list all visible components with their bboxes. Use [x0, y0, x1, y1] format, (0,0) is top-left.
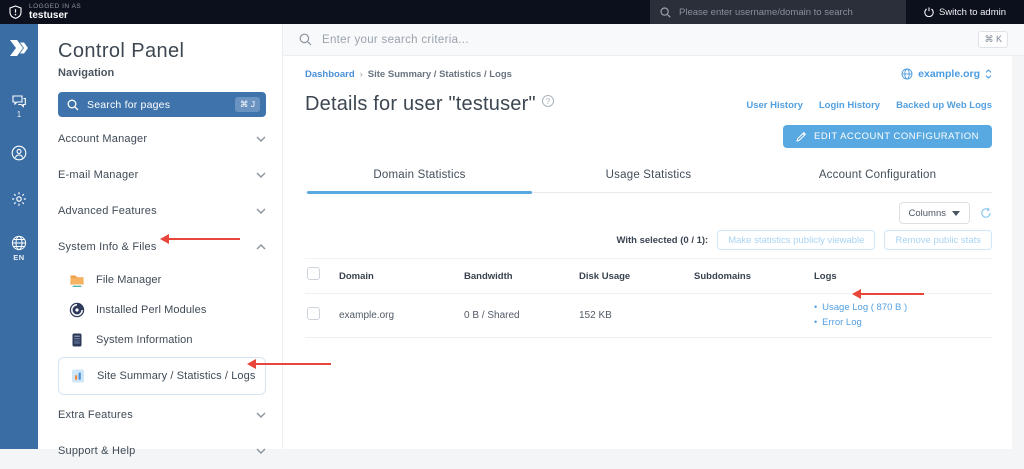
- domain-selector[interactable]: example.org: [901, 68, 992, 80]
- global-search-input[interactable]: [322, 34, 968, 46]
- sidebar-item-advanced-features[interactable]: Advanced Features: [58, 193, 266, 229]
- globe-icon: [901, 68, 913, 80]
- sidebar-item-site-summary-statistics-logs[interactable]: Site Summary / Statistics / Logs: [58, 357, 266, 395]
- search-for-pages-label: Search for pages: [87, 99, 227, 111]
- chevron-down-icon: [256, 136, 266, 142]
- search-icon: [67, 99, 79, 111]
- column-logs: Logs: [814, 271, 992, 282]
- user-history-link[interactable]: User History: [746, 100, 803, 111]
- sidebar-item-system-info-files[interactable]: System Info & Files: [58, 229, 266, 265]
- perl-modules-icon: [68, 301, 86, 319]
- language-globe-icon[interactable]: EN: [11, 235, 27, 262]
- logged-in-user: LOGGED IN AS testuser: [0, 3, 81, 21]
- sidebar-item-system-information[interactable]: System Information: [58, 325, 266, 355]
- user-domain-search[interactable]: [650, 0, 906, 24]
- shortcut-badge: ⌘ J: [235, 97, 260, 112]
- sidebar-item-email-manager[interactable]: E-mail Manager: [58, 157, 266, 193]
- with-selected-label: With selected (0 / 1):: [616, 235, 708, 246]
- scrollbar-gutter[interactable]: [1012, 56, 1024, 449]
- breadcrumb-current: Site Summary / Statistics / Logs: [368, 69, 512, 80]
- backed-up-web-logs-link[interactable]: Backed up Web Logs: [896, 100, 992, 111]
- icon-rail: 1 EN: [0, 24, 38, 449]
- switch-to-admin-label: Switch to admin: [939, 7, 1006, 18]
- logged-in-as-label: LOGGED IN AS: [29, 3, 81, 10]
- select-all-checkbox[interactable]: [307, 267, 320, 280]
- sidebar-nav: Account Manager E-mail Manager Advanced …: [58, 121, 266, 469]
- breadcrumb-dashboard-link[interactable]: Dashboard: [305, 69, 355, 80]
- sidebar-subtitle: Navigation: [58, 67, 266, 79]
- row-checkbox[interactable]: [307, 307, 320, 320]
- username-label: testuser: [29, 10, 81, 21]
- search-icon: [660, 7, 671, 18]
- column-subdomains: Subdomains: [694, 271, 814, 282]
- shortcut-badge: ⌘ K: [978, 31, 1008, 48]
- shield-icon: [9, 5, 22, 19]
- tab-account-configuration[interactable]: Account Configuration: [763, 160, 992, 192]
- sidebar-item-support-help[interactable]: Support & Help: [58, 433, 266, 469]
- login-history-link[interactable]: Login History: [819, 100, 880, 111]
- system-information-icon: [68, 331, 86, 349]
- settings-gear-icon[interactable]: [11, 191, 27, 207]
- brand-logo-icon[interactable]: [7, 38, 31, 58]
- help-icon[interactable]: ?: [542, 95, 554, 107]
- search-icon: [299, 33, 312, 46]
- logs-cell: • Usage Log ( 870 B ) • Error Log: [814, 301, 992, 330]
- column-bandwidth: Bandwidth: [464, 271, 579, 282]
- table-header-row: Domain Bandwidth Disk Usage Subdomains L…: [305, 259, 992, 294]
- account-icon[interactable]: [11, 145, 27, 161]
- usage-log-link[interactable]: Usage Log ( 870 B ): [822, 301, 907, 316]
- page-links: User History Login History Backed up Web…: [746, 100, 992, 111]
- tab-usage-statistics[interactable]: Usage Statistics: [534, 160, 763, 192]
- page-title: Details for user "testuser": [305, 93, 536, 116]
- tab-domain-statistics[interactable]: Domain Statistics: [305, 160, 534, 192]
- site-summary-icon: [69, 367, 87, 385]
- tab-bar: Domain Statistics Usage Statistics Accou…: [305, 160, 992, 193]
- chevron-up-icon: [256, 244, 266, 250]
- edit-account-configuration-button[interactable]: EDIT ACCOUNT CONFIGURATION: [783, 125, 992, 148]
- bandwidth-value: 0 B / Shared: [464, 310, 579, 321]
- sort-chevrons-icon: [985, 69, 992, 79]
- language-label: EN: [13, 253, 24, 262]
- columns-button[interactable]: Columns: [899, 202, 971, 224]
- bullet-icon: •: [814, 301, 817, 315]
- sidebar-item-extra-features[interactable]: Extra Features: [58, 397, 266, 433]
- disk-usage-value: 152 KB: [579, 310, 694, 321]
- sidebar: Control Panel Navigation Search for page…: [38, 24, 283, 449]
- file-manager-icon: [68, 271, 86, 289]
- sidebar-title: Control Panel: [58, 40, 266, 63]
- power-icon: [924, 7, 934, 17]
- pencil-icon: [796, 131, 807, 142]
- chevron-down-icon: [256, 172, 266, 178]
- breadcrumb-separator: ›: [360, 69, 363, 80]
- column-disk-usage: Disk Usage: [579, 271, 694, 282]
- search-for-pages-button[interactable]: Search for pages ⌘ J: [58, 92, 266, 117]
- chevron-down-icon: [256, 412, 266, 418]
- refresh-icon[interactable]: [980, 207, 992, 219]
- user-domain-search-input[interactable]: [679, 7, 896, 18]
- domain-link[interactable]: example.org: [339, 310, 464, 321]
- topbar: LOGGED IN AS testuser Switch to admin: [0, 0, 1024, 24]
- breadcrumb: Dashboard › Site Summary / Statistics / …: [305, 69, 512, 80]
- main-content: Dashboard › Site Summary / Statistics / …: [283, 56, 1012, 449]
- column-domain: Domain: [339, 271, 464, 282]
- domains-table: Domain Bandwidth Disk Usage Subdomains L…: [305, 258, 992, 338]
- switch-to-admin-button[interactable]: Switch to admin: [906, 0, 1024, 24]
- domain-selector-value: example.org: [918, 68, 980, 80]
- error-log-link[interactable]: Error Log: [822, 316, 862, 331]
- sidebar-item-file-manager[interactable]: File Manager: [58, 265, 266, 295]
- make-statistics-publicly-viewable-button[interactable]: Make statistics publicly viewable: [717, 230, 875, 250]
- remove-public-stats-button[interactable]: Remove public stats: [884, 230, 992, 250]
- caret-down-icon: [952, 211, 960, 216]
- sidebar-item-account-manager[interactable]: Account Manager: [58, 121, 266, 157]
- notification-count: 1: [17, 110, 21, 119]
- chevron-down-icon: [256, 208, 266, 214]
- bullet-icon: •: [814, 316, 817, 330]
- messages-icon[interactable]: 1: [11, 94, 27, 119]
- sidebar-item-installed-perl-modules[interactable]: Installed Perl Modules: [58, 295, 266, 325]
- table-row: example.org 0 B / Shared 152 KB • Usage …: [305, 294, 992, 338]
- global-search-bar: ⌘ K: [283, 24, 1024, 56]
